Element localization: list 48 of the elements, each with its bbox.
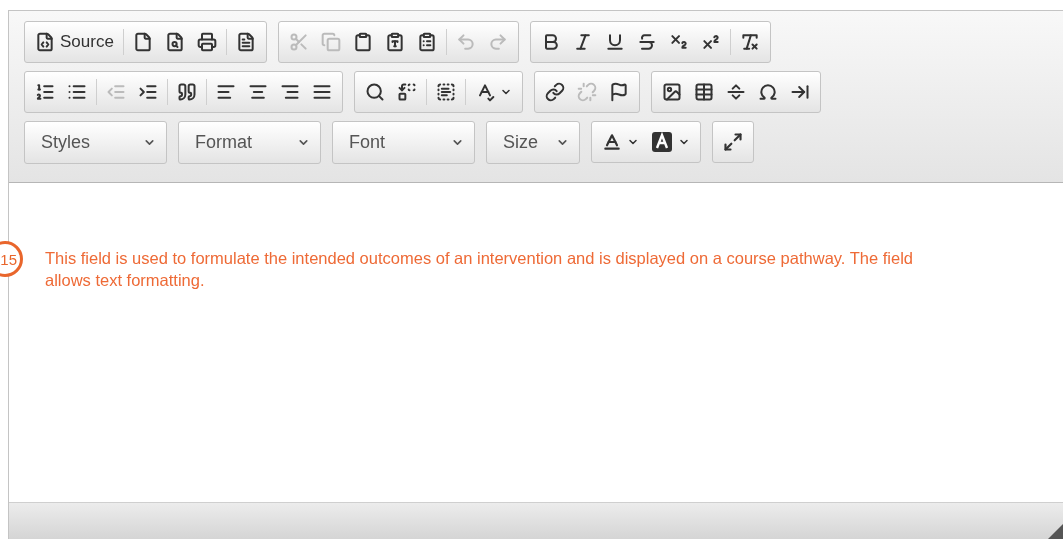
outdent-icon	[106, 82, 126, 102]
dropdown[interactable]: Font	[332, 121, 475, 164]
bulleted-list-icon	[67, 82, 87, 102]
align-right-icon	[280, 82, 300, 102]
image-icon	[662, 82, 682, 102]
page-break-icon	[790, 82, 810, 102]
link-icon	[545, 82, 565, 102]
unlink-icon	[577, 82, 597, 102]
rule-icon	[726, 82, 746, 102]
paste-word-icon	[416, 32, 437, 52]
redo-icon	[487, 32, 508, 52]
clear-format-icon	[739, 32, 760, 52]
print-icon	[196, 32, 217, 52]
strike-icon	[636, 32, 657, 52]
resize-grip-icon	[1047, 524, 1063, 539]
text-color-icon	[602, 132, 622, 152]
new-page-icon	[132, 32, 153, 52]
help-text: This field is used to formulate the intended outcomes of an intervention and is displayed on a course pathway. The field allows text formatting.	[45, 248, 914, 291]
source-icon	[35, 32, 55, 52]
maximize-icon	[723, 132, 743, 152]
special-char-icon	[758, 82, 778, 102]
justify-icon	[312, 82, 332, 102]
templates-icon	[235, 32, 256, 52]
align-left-icon	[216, 82, 236, 102]
select-all-icon	[436, 82, 456, 102]
underline-icon	[604, 32, 625, 52]
quote-icon	[177, 82, 197, 102]
indent-icon	[138, 82, 158, 102]
paste-text-icon	[384, 32, 405, 52]
undo-icon	[455, 32, 476, 52]
cut-icon	[288, 32, 309, 52]
copy-icon	[320, 32, 341, 52]
table-icon	[694, 82, 714, 102]
source-button[interactable]: Source	[29, 26, 120, 58]
highlight-icon	[651, 131, 673, 153]
superscript-icon	[700, 32, 721, 52]
dropdown[interactable]: Styles	[24, 121, 167, 164]
subscript-icon	[668, 32, 689, 52]
find-icon	[365, 82, 385, 102]
step-badge: 15	[0, 241, 23, 277]
preview-icon	[164, 32, 185, 52]
numbered-list-icon	[35, 82, 55, 102]
dropdown[interactable]: Size	[486, 121, 580, 164]
anchor-icon	[609, 82, 629, 102]
align-center-icon	[248, 82, 268, 102]
paste-icon	[352, 32, 373, 52]
replace-icon	[397, 82, 417, 102]
dropdown[interactable]: Format	[178, 121, 321, 164]
